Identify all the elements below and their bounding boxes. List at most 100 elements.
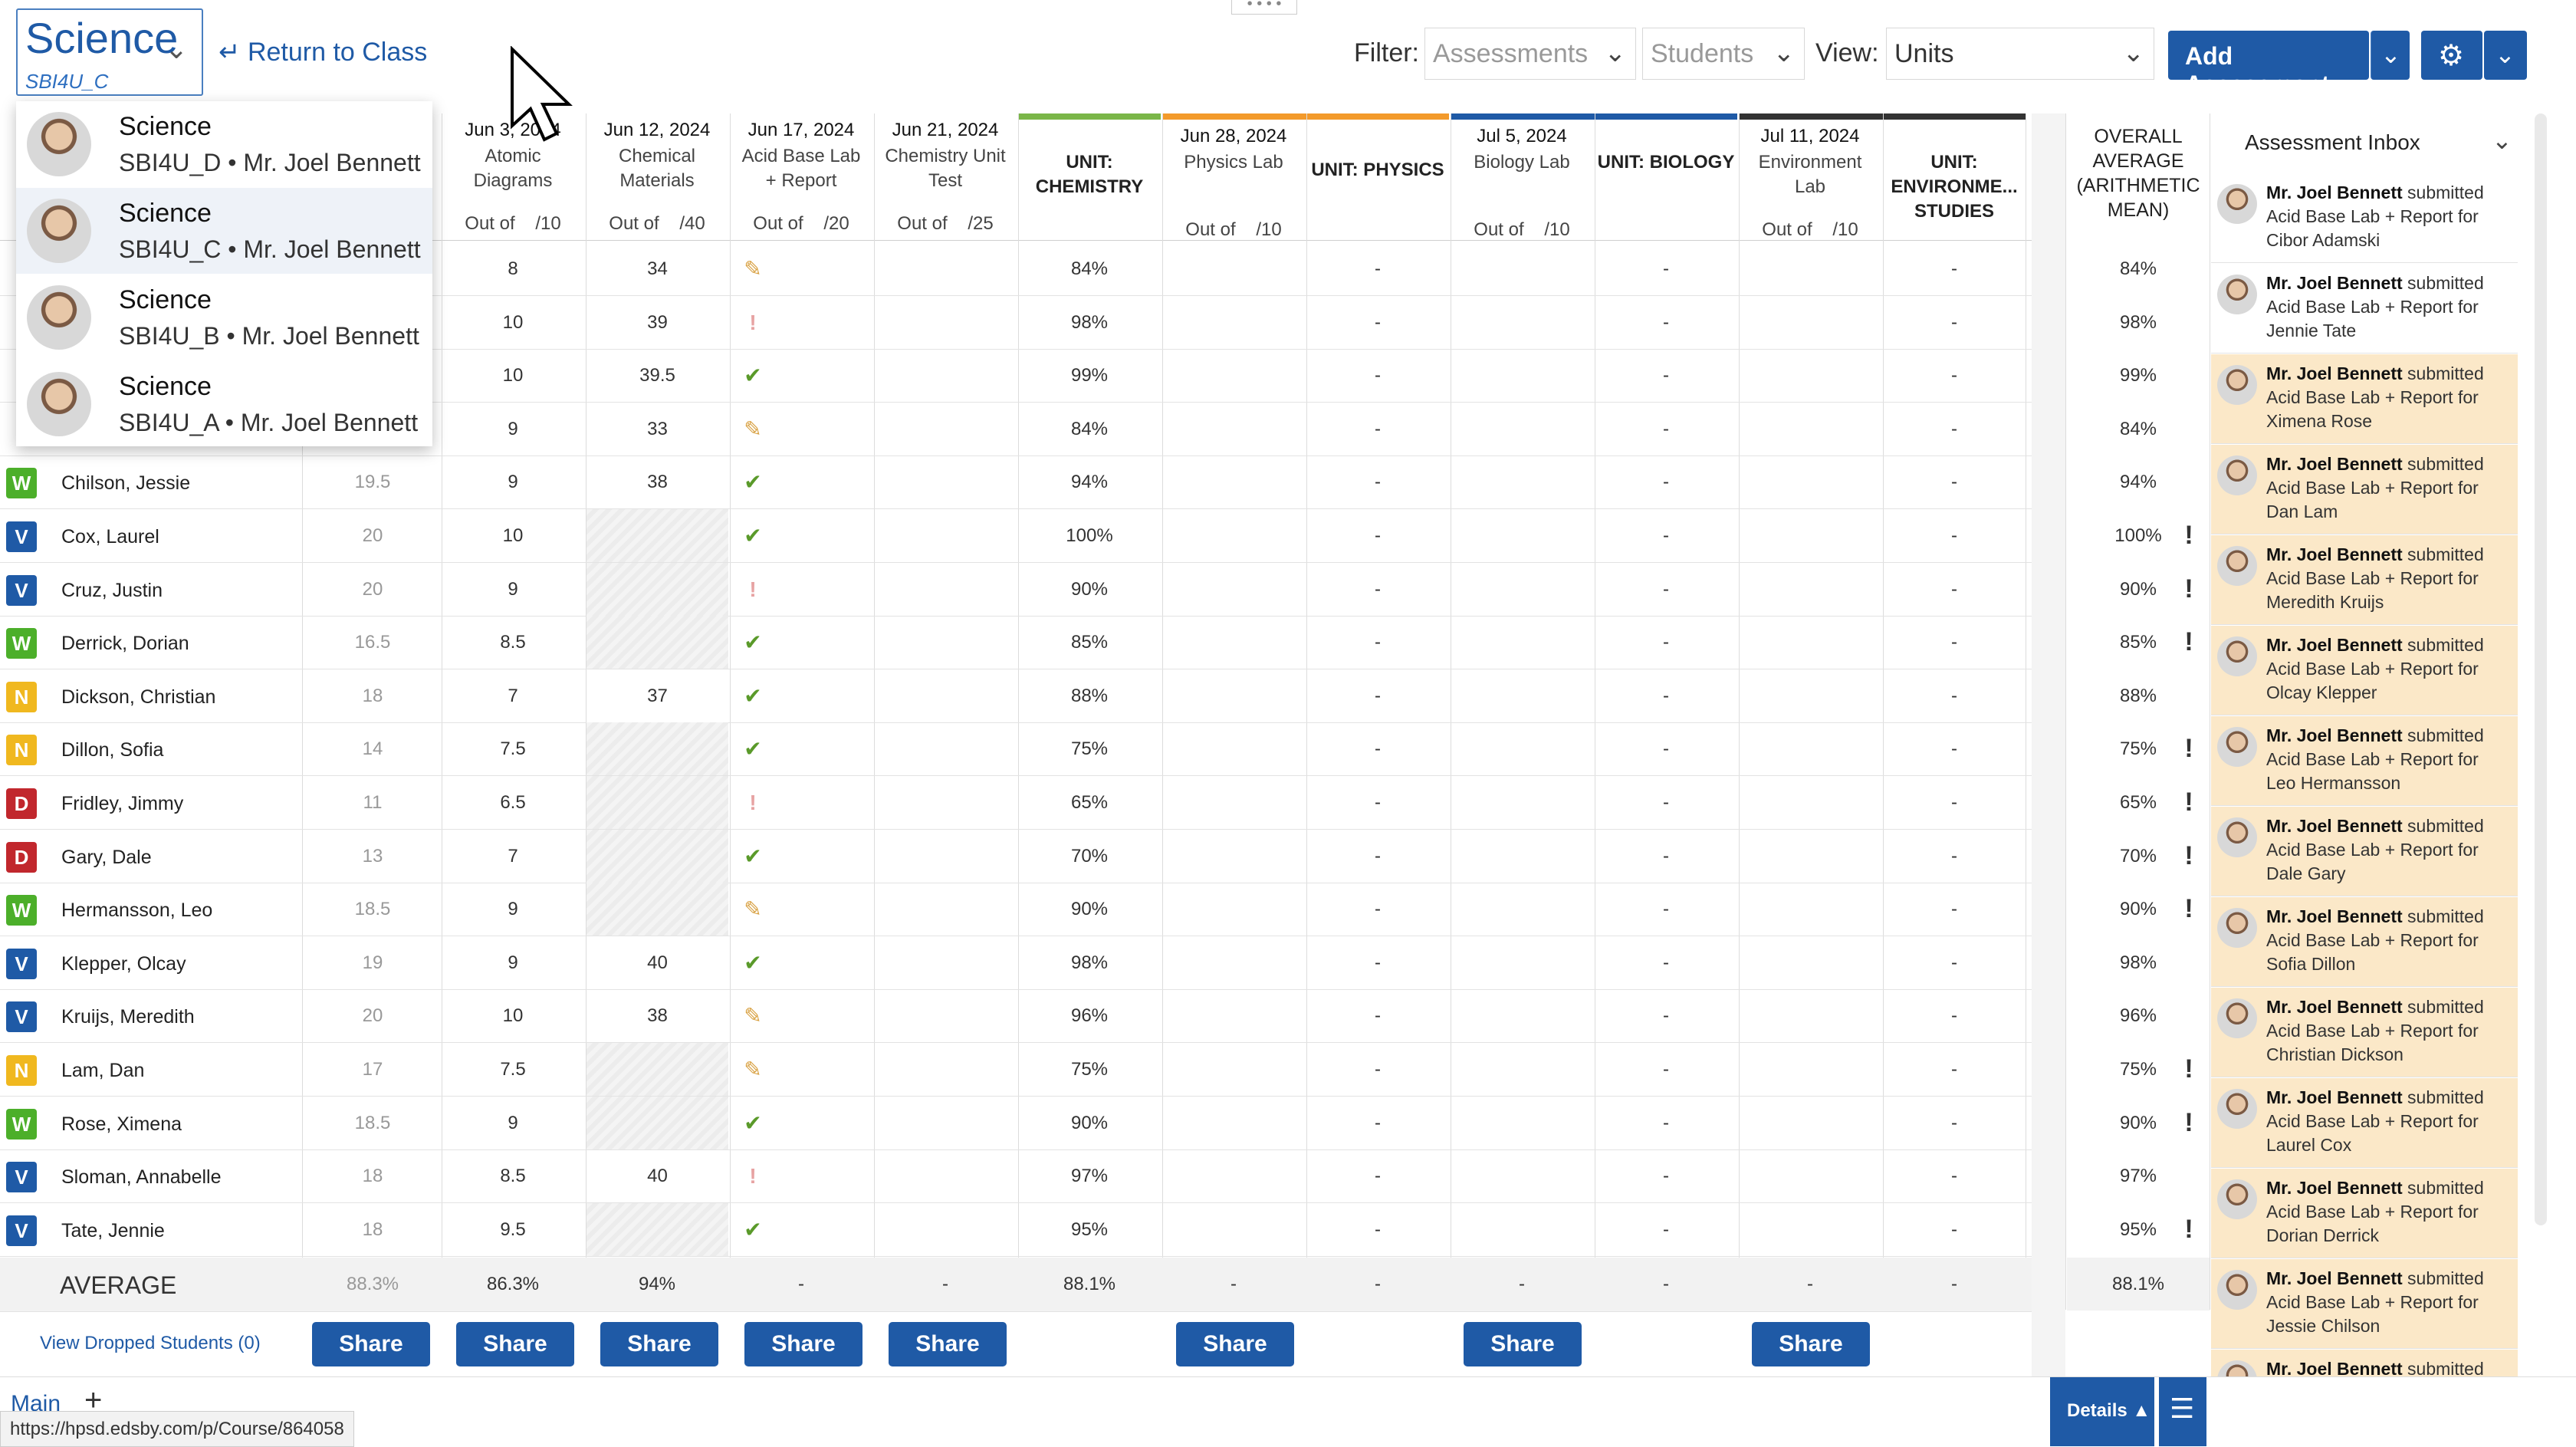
inbox-item[interactable]: Mr. Joel Bennett submitted Acid Base Lab… [2211,807,2518,896]
grade-cell[interactable]: 34 [586,242,728,295]
grade-cell[interactable]: 37 [586,669,728,722]
grade-cell[interactable]: 38 [586,989,728,1042]
column-environment-lab[interactable]: Jul 11, 2024 Environment Lab Out of /10 [1739,120,1881,247]
student-name[interactable]: Gary, Dale [61,847,152,869]
grade-cell[interactable]: 9 [442,883,584,936]
student-name[interactable]: Dillon, Sofia [61,739,163,761]
assessments-filter-dropdown[interactable]: Assessments ⌄ [1424,28,1636,80]
submission-status-cell[interactable]: ✔ [730,1203,776,1256]
student-name[interactable]: Klepper, Olcay [61,953,186,975]
student-name[interactable]: Dickson, Christian [61,686,215,709]
share-button[interactable]: Share [600,1322,718,1366]
share-button[interactable]: Share [1464,1322,1582,1366]
grade-cell[interactable] [586,1203,728,1256]
student-name[interactable]: Derrick, Dorian [61,633,189,655]
grade-cell[interactable] [586,776,728,829]
submission-status-cell[interactable]: ! [730,296,776,349]
attention-alert-icon[interactable]: ! [2177,616,2200,669]
grade-cell[interactable]: 7 [442,669,584,722]
submission-status-cell[interactable]: ✎ [730,242,776,295]
submission-status-cell[interactable]: ✔ [730,722,776,775]
grade-cell[interactable]: 17 [304,1043,442,1096]
grade-cell[interactable]: 9 [442,403,584,455]
grade-cell[interactable]: 6.5 [442,776,584,829]
grade-cell[interactable] [586,1097,728,1149]
student-name[interactable]: Tate, Jennie [61,1220,165,1242]
attention-alert-icon[interactable]: ! [2177,1043,2200,1096]
column-unit-biology[interactable]: UNIT: BIOLOGY [1595,120,1737,247]
grade-cell[interactable]: 18.5 [304,883,442,936]
inbox-item[interactable]: Mr. Joel Bennett submitted Acid Base Lab… [2211,173,2518,263]
attention-alert-icon[interactable]: ! [2177,883,2200,936]
add-assessment-button[interactable]: Add Assessment [2168,31,2369,98]
share-button[interactable]: Share [889,1322,1007,1366]
inbox-item[interactable]: Mr. Joel Bennett submitted Acid Base Lab… [2211,354,2518,444]
settings-button[interactable]: ⚙ [2421,31,2482,80]
submission-status-cell[interactable]: ✔ [730,669,776,722]
student-name[interactable]: Hermansson, Leo [61,899,212,922]
attention-alert-icon[interactable]: ! [2177,1097,2200,1149]
attention-alert-icon[interactable]: ! [2177,1203,2200,1256]
grade-cell[interactable]: 7 [442,830,584,883]
column-unit-physics[interactable]: UNIT: PHYSICS [1306,120,1449,247]
student-name[interactable]: Cox, Laurel [61,526,159,548]
share-button[interactable]: Share [312,1322,430,1366]
grade-cell[interactable]: 33 [586,403,728,455]
inbox-item[interactable]: Mr. Joel Bennett submitted Acid Base Lab… [2211,445,2518,534]
grade-cell[interactable]: 39.5 [586,349,728,402]
grade-cell[interactable]: 9 [442,455,584,508]
grade-cell[interactable]: 18.5 [304,1097,442,1149]
submission-status-cell[interactable]: ✔ [730,509,776,562]
inbox-item[interactable]: Mr. Joel Bennett submitted Acid Base Lab… [2211,1169,2518,1258]
grade-cell[interactable]: 19 [304,936,442,989]
grade-cell[interactable]: 8 [442,242,584,295]
grade-cell[interactable]: 39 [586,296,728,349]
students-filter-dropdown[interactable]: Students ⌄ [1642,28,1805,80]
inbox-item[interactable]: Mr. Joel Bennett submitted Acid Base Lab… [2211,716,2518,806]
grade-cell[interactable]: 7.5 [442,722,584,775]
share-button[interactable]: Share [744,1322,863,1366]
column-unit-chemistry[interactable]: UNIT: CHEMISTRY [1018,120,1161,247]
column-chemistry-unit-test[interactable]: Jun 21, 2024 Chemistry Unit Test Out of … [874,113,1017,241]
attention-alert-icon[interactable]: ! [2177,830,2200,883]
submission-status-cell[interactable]: ! [730,776,776,829]
grade-cell[interactable]: 18 [304,669,442,722]
column-physics-lab[interactable]: Jun 28, 2024 Physics Lab Out of /10 [1162,120,1305,247]
submission-status-cell[interactable]: ✎ [730,1043,776,1096]
settings-menu-button[interactable]: ⌄ [2484,31,2527,80]
student-name[interactable]: Cruz, Justin [61,580,163,602]
grade-cell[interactable]: 11 [304,776,442,829]
grade-cell[interactable]: 10 [442,296,584,349]
grade-cell[interactable]: 10 [442,349,584,402]
grade-cell[interactable]: 40 [586,936,728,989]
grade-cell[interactable]: 38 [586,455,728,508]
attention-alert-icon[interactable]: ! [2177,509,2200,562]
grade-cell[interactable]: 40 [586,1149,728,1202]
share-button[interactable]: Share [1176,1322,1294,1366]
grade-cell[interactable]: 7.5 [442,1043,584,1096]
grade-cell[interactable] [586,1043,728,1096]
submission-status-cell[interactable]: ! [730,1149,776,1202]
grade-cell[interactable] [586,616,728,669]
student-name[interactable]: Kruijs, Meredith [61,1006,195,1028]
column-overall-average[interactable]: OVERALL AVERAGE (ARITHMETIC MEAN) [2067,113,2210,241]
grade-cell[interactable]: 10 [442,989,584,1042]
grade-cell[interactable]: 20 [304,563,442,616]
inbox-item[interactable]: Mr. Joel Bennett submitted Acid Base Lab… [2211,897,2518,987]
grade-cell[interactable] [586,830,728,883]
view-dropped-students-link[interactable]: View Dropped Students (0) [40,1333,261,1354]
class-picker[interactable]: Science ⌄ SBI4U_C [16,8,203,96]
grade-cell[interactable]: 18 [304,1203,442,1256]
grade-cell[interactable]: 14 [304,722,442,775]
add-assessment-menu-button[interactable]: ⌄ [2371,31,2410,80]
inbox-item[interactable]: Mr. Joel Bennett submitted Acid Base Lab… [2211,988,2518,1077]
grade-cell[interactable]: 18 [304,1149,442,1202]
class-menu-item[interactable]: Science SBI4U_C • Mr. Joel Bennett [16,188,432,274]
column-acid-base-lab[interactable]: Jun 17, 2024 Acid Base Lab + Report Out … [730,113,872,241]
submission-status-cell[interactable]: ✔ [730,455,776,508]
grade-cell[interactable]: 9 [442,936,584,989]
submission-status-cell[interactable]: ✔ [730,936,776,989]
submission-status-cell[interactable]: ! [730,563,776,616]
drag-grip[interactable]: • • • • [1231,0,1297,15]
grade-cell[interactable] [586,563,728,616]
